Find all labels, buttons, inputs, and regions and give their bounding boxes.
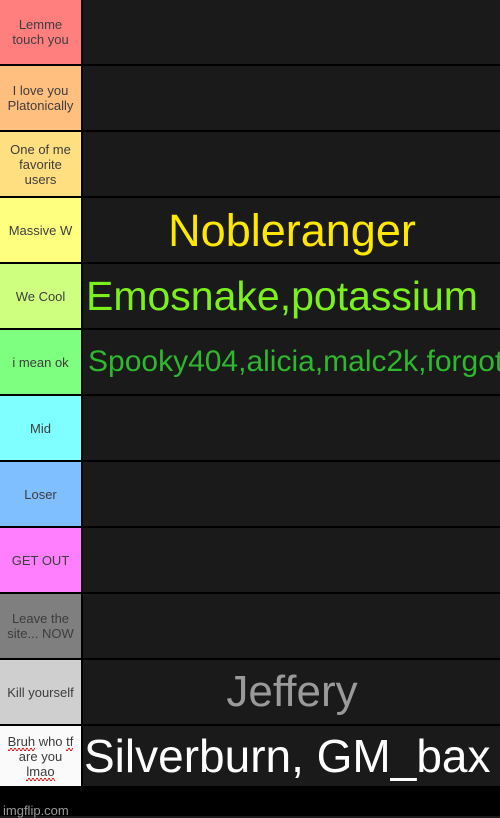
tier-row[interactable]: i mean ok Spooky404,alicia,malc2k,forgot… (0, 330, 500, 396)
tier-row[interactable]: Massive W Nobleranger (0, 198, 500, 264)
tier-row[interactable]: Lemme touch you (0, 0, 500, 66)
tier-content-i-love-you-platonically[interactable] (83, 66, 500, 130)
tier-label-lemme-touch-you[interactable]: Lemme touch you (0, 0, 83, 64)
tier-entry-text: Nobleranger (168, 204, 416, 256)
tier-entry-text: Jeffery (226, 667, 358, 716)
tier-label-one-of-me-favorite-users[interactable]: One of me favorite users (0, 132, 83, 196)
tier-row[interactable]: Loser (0, 462, 500, 528)
tier-row[interactable]: I love you Platonically (0, 66, 500, 132)
imgflip-watermark: imgflip.com (3, 803, 69, 818)
tier-label-mid[interactable]: Mid (0, 396, 83, 460)
tier-row[interactable]: Kill yourself Jeffery (0, 660, 500, 726)
tier-entry-text: Spooky404,alicia,malc2k,forgotten (88, 345, 500, 378)
spellcheck-underline: Bruh (7, 733, 36, 751)
tier-label-kill-yourself[interactable]: Kill yourself (0, 660, 83, 724)
tier-content-kill-yourself[interactable]: Jeffery (83, 660, 500, 724)
tier-content-bruh-who-tf-are-you-lmao[interactable]: Silverburn, GM_bax (83, 726, 500, 786)
tier-row[interactable]: GET OUT (0, 528, 500, 594)
tier-content-i-mean-ok[interactable]: Spooky404,alicia,malc2k,forgotten (83, 330, 500, 394)
tier-row[interactable]: One of me favorite users (0, 132, 500, 198)
tier-label-get-out[interactable]: GET OUT (0, 528, 83, 592)
tier-content-leave-the-site-now[interactable] (83, 594, 500, 658)
tier-content-one-of-me-favorite-users[interactable] (83, 132, 500, 196)
tier-content-we-cool[interactable]: Emosnake,potassium (83, 264, 500, 328)
tier-content-lemme-touch-you[interactable] (83, 0, 500, 64)
tier-label-massive-w[interactable]: Massive W (0, 198, 83, 262)
tier-row[interactable]: Bruh who tf are you lmao Silverburn, GM_… (0, 726, 500, 786)
tier-content-massive-w[interactable]: Nobleranger (83, 198, 500, 262)
tier-content-mid[interactable] (83, 396, 500, 460)
tier-content-get-out[interactable] (83, 528, 500, 592)
tier-label-loser[interactable]: Loser (0, 462, 83, 526)
tier-row[interactable]: Mid (0, 396, 500, 462)
spellcheck-underline: tf (66, 733, 74, 751)
tier-label-bruh-who-tf-are-you-lmao[interactable]: Bruh who tf are you lmao (0, 726, 83, 786)
spellcheck-underline: lmao (26, 763, 55, 781)
tier-row[interactable]: We Cool Emosnake,potassium (0, 264, 500, 330)
tier-label-we-cool[interactable]: We Cool (0, 264, 83, 328)
tier-content-loser[interactable] (83, 462, 500, 526)
tier-label-i-mean-ok[interactable]: i mean ok (0, 330, 83, 394)
tier-label-bruh-text: Bruh who tf are you lmao (7, 733, 74, 781)
tier-label-i-love-you-platonically[interactable]: I love you Platonically (0, 66, 83, 130)
tier-entry-text: Emosnake,potassium (86, 272, 478, 319)
tier-label-leave-the-site-now[interactable]: Leave the site... NOW (0, 594, 83, 658)
tier-entry-text: Silverburn, GM_bax (84, 730, 491, 782)
tier-list: Lemme touch you I love you Platonically … (0, 0, 500, 818)
tier-row[interactable]: Leave the site... NOW (0, 594, 500, 660)
